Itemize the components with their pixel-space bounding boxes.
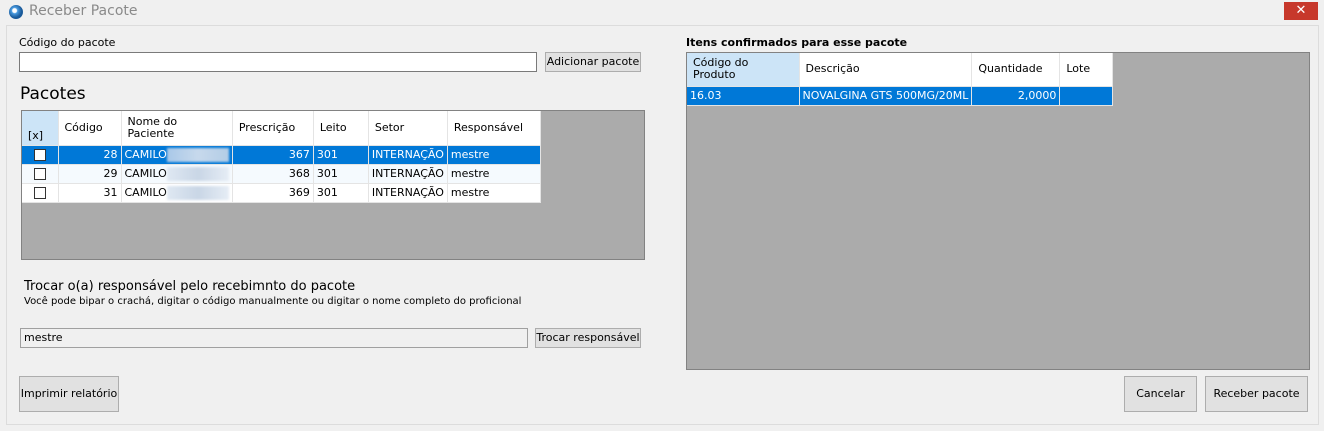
packages-table: [x] Código Nome do Paciente Prescrição L… — [22, 111, 541, 203]
close-icon: ✕ — [1295, 3, 1307, 18]
cell-codigo: 28 — [58, 145, 122, 165]
cell-leito: 301 — [313, 145, 369, 165]
packages-grid[interactable]: [x] Código Nome do Paciente Prescrição L… — [21, 110, 645, 260]
receive-package-button[interactable]: Receber pacote — [1205, 376, 1308, 412]
confirmed-items-title: Itens confirmados para esse pacote — [686, 36, 908, 49]
add-package-button[interactable]: Adicionar pacote — [545, 52, 641, 72]
item-row[interactable]: 16.03 NOVALGINA GTS 500MG/20ML 2,0000 — [687, 86, 1114, 106]
cell-leito: 301 — [313, 164, 369, 184]
col-header-check[interactable]: [x] — [22, 111, 59, 146]
cell-responsavel: mestre — [447, 145, 541, 165]
cell-setor: INTERNAÇÃO — [368, 145, 448, 165]
patient-name: CAMILO — [124, 185, 167, 199]
print-report-button[interactable]: Imprimir relatório — [19, 376, 119, 412]
items-table: Código do Produto Descrição Quantidade L… — [687, 53, 1114, 106]
package-row[interactable]: 31 CAMILO 369 301 INTERNAÇÃO mestre — [22, 183, 541, 203]
col-header-leito[interactable]: Leito — [313, 111, 369, 146]
row-checkbox[interactable] — [33, 168, 46, 180]
cell-codigo: 31 — [58, 183, 122, 203]
change-responsible-title: Trocar o(a) responsável pelo recebimnto … — [24, 279, 356, 294]
col-header-nome[interactable]: Nome do Paciente — [121, 111, 233, 146]
change-responsible-button[interactable]: Trocar responsável — [535, 328, 641, 348]
col-header-quantidade[interactable]: Quantidade — [971, 53, 1061, 87]
app-orb-icon — [9, 5, 23, 19]
row-checkbox-cell[interactable] — [22, 183, 59, 203]
redacted-surname — [166, 166, 229, 181]
title-bar: Receber Pacote ✕ — [0, 0, 1324, 24]
col-header-descricao[interactable]: Descrição — [799, 53, 973, 87]
package-row[interactable]: 28 CAMILO 367 301 INTERNAÇÃO mestre — [22, 145, 541, 165]
col-header-codigo[interactable]: Código — [58, 111, 122, 146]
cell-codigo-produto: 16.03 — [687, 86, 800, 106]
row-checkbox[interactable] — [33, 187, 46, 199]
close-button[interactable]: ✕ — [1284, 2, 1318, 20]
row-checkbox-cell[interactable] — [22, 145, 59, 165]
col-header-setor[interactable]: Setor — [368, 111, 448, 146]
row-checkbox-cell[interactable] — [22, 164, 59, 184]
change-responsible-hint: Você pode bipar o crachá, digitar o códi… — [24, 296, 522, 307]
row-checkbox[interactable] — [33, 149, 46, 161]
cell-prescricao: 369 — [232, 183, 314, 203]
col-header-responsavel[interactable]: Responsável — [447, 111, 541, 146]
redacted-surname — [166, 185, 229, 200]
cell-nome: CAMILO — [121, 183, 233, 203]
cell-nome: CAMILO — [121, 145, 233, 165]
cell-codigo: 29 — [58, 164, 122, 184]
items-grid[interactable]: Código do Produto Descrição Quantidade L… — [686, 52, 1310, 370]
patient-name: CAMILO — [124, 147, 167, 161]
col-header-lote[interactable]: Lote — [1059, 53, 1114, 87]
cell-responsavel: mestre — [447, 164, 541, 184]
cell-quantidade: 2,0000 — [971, 86, 1061, 106]
package-row[interactable]: 29 CAMILO 368 301 INTERNAÇÃO mestre — [22, 164, 541, 184]
cell-descricao: NOVALGINA GTS 500MG/20ML — [799, 86, 973, 106]
cell-leito: 301 — [313, 183, 369, 203]
responsible-input[interactable]: mestre — [20, 328, 528, 348]
cell-setor: INTERNAÇÃO — [368, 183, 448, 203]
dialog-body: Código do pacote Adicionar pacote Pacote… — [6, 25, 1319, 425]
col-header-prescricao[interactable]: Prescrição — [232, 111, 314, 146]
cell-nome: CAMILO — [121, 164, 233, 184]
cell-setor: INTERNAÇÃO — [368, 164, 448, 184]
col-header-codigo-produto[interactable]: Código do Produto — [687, 53, 800, 87]
cell-prescricao: 368 — [232, 164, 314, 184]
cell-responsavel: mestre — [447, 183, 541, 203]
cell-prescricao: 367 — [232, 145, 314, 165]
redacted-surname — [166, 147, 229, 162]
cancel-button[interactable]: Cancelar — [1124, 376, 1197, 412]
window-title: Receber Pacote — [29, 3, 138, 19]
patient-name: CAMILO — [124, 166, 167, 180]
package-code-label: Código do pacote — [19, 36, 116, 49]
packages-title: Pacotes — [20, 84, 86, 104]
cell-lote — [1059, 86, 1114, 106]
package-code-input[interactable] — [19, 52, 537, 72]
